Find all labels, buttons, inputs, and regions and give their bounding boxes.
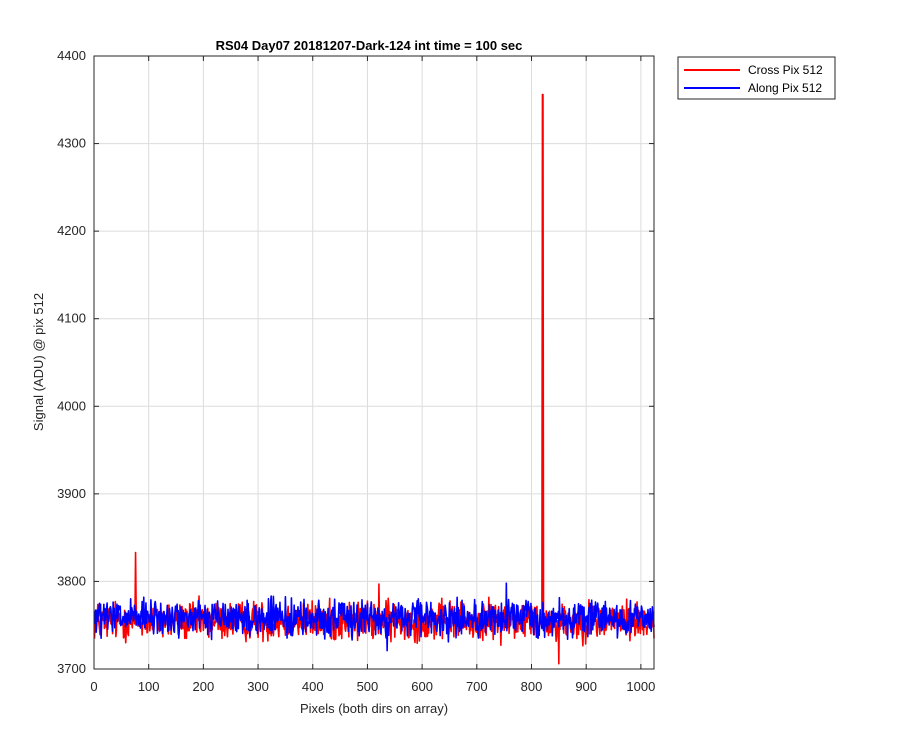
legend-label-along: Along Pix 512: [748, 81, 822, 95]
y-tick-label: 3700: [57, 661, 86, 676]
chart-title: RS04 Day07 20181207-Dark-124 int time = …: [216, 38, 523, 53]
y-tick-label: 4400: [57, 48, 86, 63]
y-tick-label: 3900: [57, 486, 86, 501]
legend-label-cross: Cross Pix 512: [748, 63, 823, 77]
x-tick-label: 900: [575, 679, 597, 694]
plot-area: [94, 56, 654, 669]
x-tick-label: 200: [193, 679, 215, 694]
x-tick-label: 100: [138, 679, 160, 694]
line-chart: RS04 Day07 20181207-Dark-124 int time = …: [0, 0, 900, 750]
figure: RS04 Day07 20181207-Dark-124 int time = …: [0, 0, 900, 750]
x-tick-label: 700: [466, 679, 488, 694]
y-tick-label: 4300: [57, 136, 86, 151]
y-tick-label: 4000: [57, 398, 86, 413]
y-tick-label: 3800: [57, 573, 86, 588]
x-tick-label: 500: [357, 679, 379, 694]
x-tick-label: 400: [302, 679, 324, 694]
x-tick-label: 1000: [626, 679, 655, 694]
x-tick-label: 800: [521, 679, 543, 694]
y-tick-label: 4100: [57, 311, 86, 326]
x-tick-label: 0: [90, 679, 97, 694]
x-tick-label: 600: [411, 679, 433, 694]
legend: Cross Pix 512 Along Pix 512: [677, 56, 836, 100]
x-axis-label: Pixels (both dirs on array): [300, 701, 448, 716]
y-axis-label: Signal (ADU) @ pix 512: [31, 293, 46, 431]
x-tick-label: 300: [247, 679, 269, 694]
y-tick-label: 4200: [57, 223, 86, 238]
